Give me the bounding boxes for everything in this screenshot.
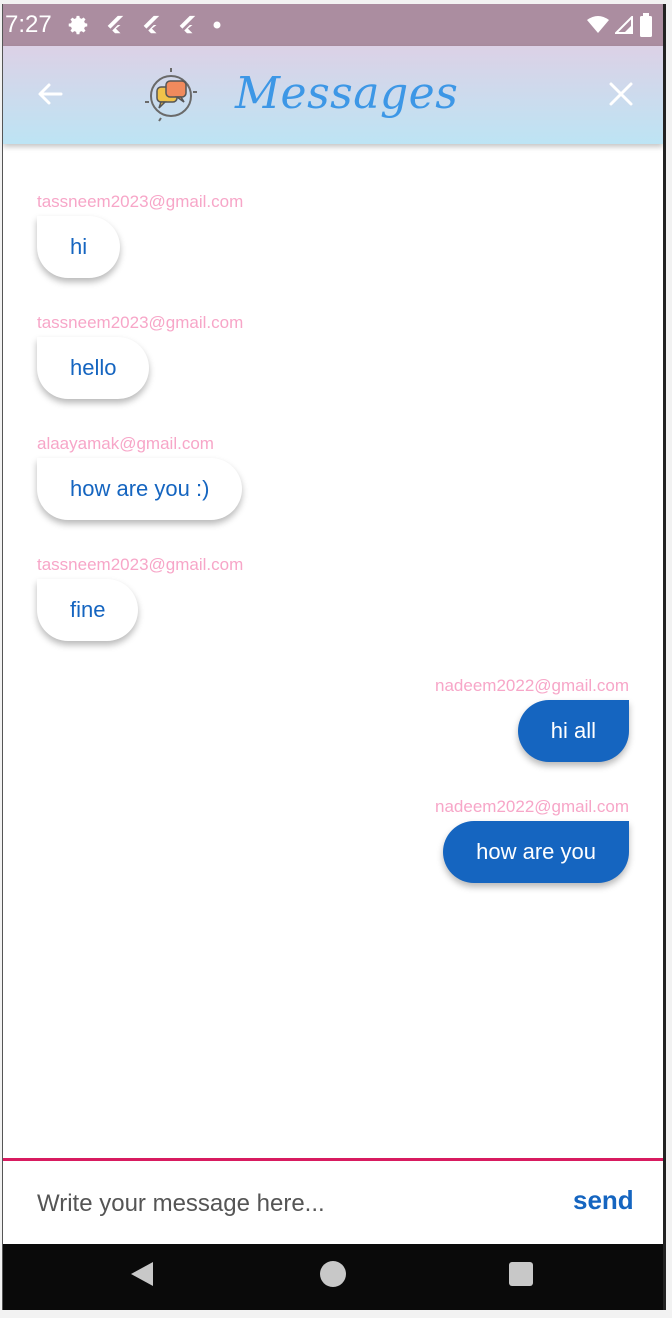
message-item: nadeem2022@gmail.com hi all [435, 676, 629, 762]
settings-gear-icon [68, 15, 87, 35]
sender-email: tassneem2023@gmail.com [37, 555, 244, 574]
signal-icon [615, 16, 633, 34]
nav-back-icon[interactable] [129, 1260, 155, 1288]
message-input[interactable] [35, 1183, 539, 1225]
phone-screen: 7:27 Messages tassneem2023@gmail.com hi … [2, 4, 666, 1310]
status-notification-icons [68, 14, 222, 36]
nav-recents-icon[interactable] [509, 1262, 533, 1286]
message-item: tassneem2023@gmail.com hello [37, 313, 243, 399]
flutter-icon [107, 15, 123, 34]
send-button[interactable]: send [573, 1185, 634, 1216]
message-bubble[interactable]: hi [37, 216, 121, 278]
flutter-icon [179, 15, 195, 34]
message-item: alaayamak@gmail.com how are you :) [37, 434, 243, 520]
message-bubble[interactable]: how are you :) [37, 458, 243, 520]
sender-email: alaayamak@gmail.com [37, 434, 214, 453]
sender-email: nadeem2022@gmail.com [435, 797, 629, 816]
message-bubble[interactable]: fine [37, 579, 139, 641]
system-nav-bar [3, 1244, 663, 1310]
message-list[interactable]: tassneem2023@gmail.com hi tassneem2023@g… [3, 144, 663, 1158]
message-bubble[interactable]: how are you [443, 821, 629, 883]
app-bar: Messages [3, 46, 663, 144]
sender-email: nadeem2022@gmail.com [435, 676, 629, 695]
status-bar: 7:27 [3, 4, 663, 46]
message-bubble[interactable]: hi all [517, 700, 629, 762]
close-icon[interactable] [601, 74, 641, 114]
chat-bubbles-logo-icon [145, 68, 197, 122]
nav-home-icon[interactable] [320, 1261, 346, 1287]
message-composer: send [3, 1158, 663, 1247]
status-system-icons [587, 13, 653, 37]
message-bubble[interactable]: hello [37, 337, 150, 399]
flutter-icon [143, 15, 159, 34]
battery-icon [640, 13, 652, 37]
message-item: nadeem2022@gmail.com how are you [435, 797, 629, 883]
notification-dot-icon [213, 21, 221, 29]
message-item: tassneem2023@gmail.com hi [37, 192, 243, 278]
sender-email: tassneem2023@gmail.com [37, 192, 244, 211]
page-title: Messages [235, 68, 459, 119]
message-item: tassneem2023@gmail.com fine [37, 555, 243, 641]
arrow-left-icon[interactable] [31, 74, 71, 114]
wifi-icon [587, 16, 609, 33]
status-time: 7:27 [5, 11, 52, 38]
sender-email: tassneem2023@gmail.com [37, 313, 244, 332]
